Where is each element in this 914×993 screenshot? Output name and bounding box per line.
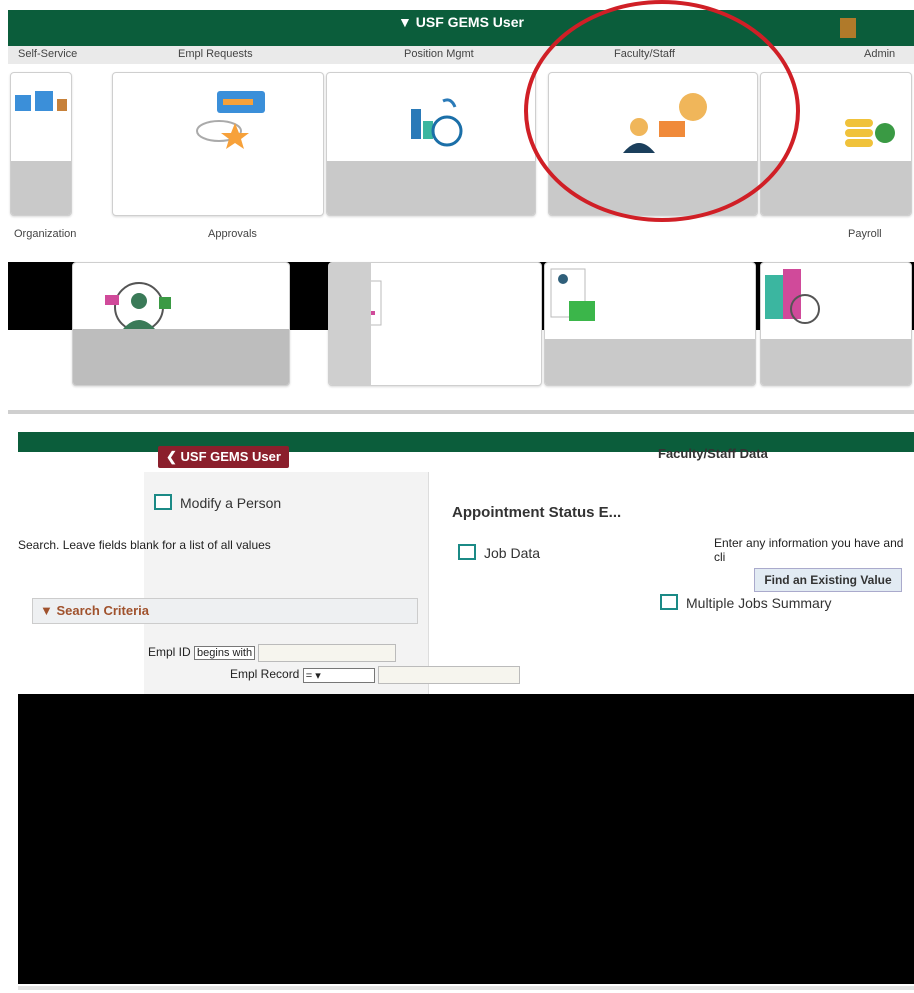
approval-star-icon <box>196 91 265 149</box>
buildings-chart-icon <box>765 269 820 324</box>
find-existing-value-button[interactable]: Find an Existing Value <box>754 568 902 592</box>
right-hint: Enter any information you have and cli <box>714 536 904 564</box>
homepage-title[interactable]: ▼ USF GEMS User <box>8 14 914 30</box>
empl-record-row: Empl Record = ▾ <box>230 666 521 684</box>
homepage-panel: ▼ USF GEMS User Self-Service Empl Reques… <box>8 0 914 416</box>
tile-approvals[interactable] <box>112 72 324 216</box>
empl-id-row: Empl ID begins with <box>148 644 397 662</box>
workforce-people-icon <box>105 282 171 332</box>
briefcase-document-icon <box>550 268 595 321</box>
ps-header <box>18 432 914 452</box>
tab-position-mgmt[interactable]: Position Mgmt <box>404 48 474 60</box>
building-icon <box>15 91 67 111</box>
tile-label-organization: Organization <box>14 228 77 240</box>
coins-icon <box>845 119 895 147</box>
tab-empl-requests[interactable]: Empl Requests <box>178 48 253 60</box>
search-criteria-header[interactable]: ▼ Search Criteria <box>40 603 149 618</box>
tile-position[interactable] <box>326 72 536 216</box>
tile-workforce-admin[interactable] <box>72 262 290 386</box>
table-icon <box>154 494 172 510</box>
footer-rule <box>18 986 914 990</box>
caret-down-icon: ▼ <box>40 603 57 618</box>
tile-label-payroll: Payroll <box>848 228 882 240</box>
section-title: Appointment Status E... <box>452 504 622 521</box>
empl-record-label: Empl Record <box>230 667 300 682</box>
page-title: Faculty/Staff Data <box>658 446 768 461</box>
tile-organization[interactable] <box>10 72 72 216</box>
tab-self-service[interactable]: Self-Service <box>18 48 77 60</box>
peoplesoft-panel: ❮ USF GEMS User Faculty/Staff Data Modif… <box>18 432 914 993</box>
homepage-bottom-rule <box>8 410 914 414</box>
org-chart-icon <box>411 98 463 147</box>
chevron-left-icon: ❮ <box>166 449 181 464</box>
back-button[interactable]: ❮ USF GEMS User <box>158 446 289 468</box>
tile-student-hiring[interactable] <box>544 262 756 386</box>
avatar[interactable] <box>840 18 856 38</box>
tile-faculty-staff-data[interactable] <box>760 262 912 386</box>
back-button-label: USF GEMS User <box>180 449 281 464</box>
tile-label-approvals: Approvals <box>208 228 257 240</box>
empl-record-operator[interactable]: = ▾ <box>302 667 375 683</box>
redacted-area <box>18 694 914 984</box>
empl-id-input[interactable] <box>258 644 397 662</box>
empl-record-input[interactable] <box>378 666 521 684</box>
tile-payroll-budget[interactable] <box>328 262 542 386</box>
annotation-circle <box>524 0 800 222</box>
nav-item-modify-person[interactable]: Modify a Person <box>154 494 281 511</box>
left-hint: Search. Leave fields blank for a list of… <box>18 538 271 552</box>
empl-id-label: Empl ID <box>148 645 191 660</box>
empl-id-operator[interactable]: begins with <box>194 646 256 660</box>
tab-admin[interactable]: Admin <box>864 48 895 60</box>
